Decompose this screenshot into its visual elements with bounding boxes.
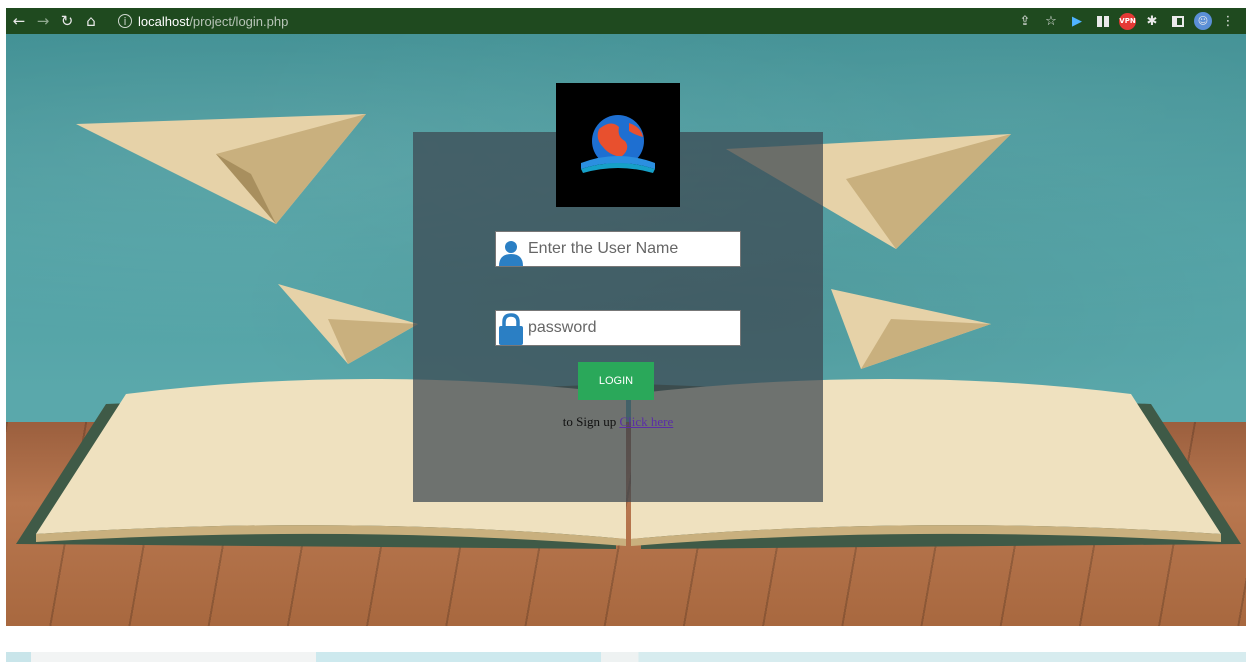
info-icon[interactable]: i (118, 14, 132, 28)
password-input[interactable] (526, 313, 732, 343)
signup-link[interactable]: Click here (619, 414, 673, 429)
signup-text: to Sign up (562, 414, 617, 429)
home-icon[interactable]: ⌂ (80, 10, 102, 32)
profile-avatar-icon[interactable]: ☺ (1194, 12, 1212, 30)
user-icon (496, 232, 526, 266)
extensions-puzzle-icon[interactable]: ✱ (1142, 11, 1162, 31)
bottom-strip (6, 652, 1246, 662)
password-field (495, 310, 741, 346)
paper-plane-decoration (76, 114, 366, 224)
reload-icon[interactable]: ↻ (56, 10, 78, 32)
username-input[interactable] (526, 234, 732, 264)
menu-kebab-icon[interactable]: ⋮ (1218, 11, 1238, 31)
login-button[interactable]: LOGIN (578, 362, 654, 400)
url-path: /project/login.php (189, 13, 289, 29)
paper-plane-decoration (278, 284, 418, 364)
extension-vpn-icon[interactable]: VPN (1119, 12, 1136, 30)
signup-prompt: to Sign up Click here (413, 414, 823, 430)
share-icon[interactable]: ⇪ (1015, 11, 1035, 31)
star-icon[interactable]: ☆ (1041, 11, 1061, 31)
globe-book-logo (581, 115, 655, 173)
forward-icon[interactable]: → (32, 10, 54, 32)
url-host: localhost (138, 13, 190, 29)
extension-grid-icon[interactable] (1093, 11, 1113, 31)
username-field (495, 231, 741, 267)
back-icon[interactable]: ← (8, 10, 30, 32)
extension-play-icon[interactable]: ▶ (1067, 11, 1087, 31)
side-panel-icon[interactable] (1168, 11, 1188, 31)
browser-toolbar: ← → ↻ ⌂ i localhost/project/login.php ⇪ … (6, 8, 1246, 34)
paper-plane-decoration (831, 289, 991, 369)
address-bar[interactable]: i localhost/project/login.php (110, 10, 1010, 32)
site-logo (556, 83, 680, 207)
lock-icon (496, 311, 526, 345)
toolbar-actions: ⇪ ☆ ▶ VPN ✱ ☺ ⋮ (1015, 11, 1246, 31)
